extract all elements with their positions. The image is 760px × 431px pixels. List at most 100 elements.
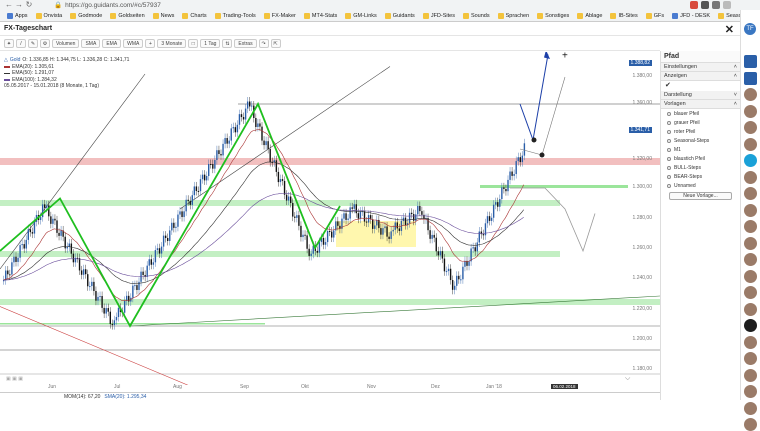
reload-icon[interactable]: ↻ — [24, 0, 34, 10]
bookmark-item[interactable]: News — [150, 12, 178, 19]
avatar[interactable] — [744, 385, 757, 398]
app-logo-icon[interactable] — [744, 71, 757, 85]
avatar[interactable] — [744, 121, 757, 134]
template-item[interactable]: roter Pfeil — [661, 127, 740, 136]
radio-icon[interactable] — [667, 156, 671, 161]
bookmark-item[interactable]: MT4-Stats — [301, 12, 340, 19]
extension-icon[interactable] — [690, 1, 698, 9]
radio-icon[interactable] — [667, 111, 671, 116]
price-chart[interactable]: + ⌵ ▣ ▣ ▣ — [0, 52, 660, 385]
radio-icon[interactable] — [667, 174, 671, 179]
add-icon[interactable]: + — [145, 39, 156, 48]
bookmark-item[interactable]: Charts — [179, 12, 209, 19]
toolbar-ema[interactable]: EMA — [102, 39, 122, 48]
bookmark-item[interactable]: Sonstiges — [534, 12, 572, 19]
radio-icon[interactable] — [667, 129, 671, 134]
toolbar-volume[interactable]: Volumen — [52, 39, 80, 48]
info-icon[interactable] — [744, 154, 757, 167]
bookmark-item[interactable]: Sprachen — [495, 12, 533, 19]
avatar[interactable] — [744, 253, 757, 266]
avatar[interactable] — [744, 104, 757, 118]
section-appearance[interactable]: Darstellung ˅ — [661, 91, 740, 100]
app-logo-icon[interactable] — [744, 55, 757, 68]
bookmark-item[interactable]: GFs — [643, 12, 667, 19]
bookmark-item[interactable]: Trading-Tools — [212, 12, 259, 19]
chart-area[interactable]: + ⌵ ▣ ▣ ▣ △ Gold O: 1.336,85 H: 1.344,75 L: … — [0, 52, 660, 385]
back-icon[interactable]: ← — [4, 0, 14, 10]
draw-tool-icon[interactable]: ✎ — [28, 39, 38, 48]
candle — [236, 124, 239, 133]
template-item[interactable]: BEAR-Steps — [661, 172, 740, 181]
radio-icon[interactable] — [667, 165, 671, 170]
avatar[interactable] — [744, 137, 757, 151]
avatar[interactable] — [744, 220, 757, 233]
forward-icon[interactable]: → — [14, 0, 24, 10]
section-templates[interactable]: Vorlagen ˄ — [661, 100, 740, 109]
fullscreen-icon[interactable]: ⇱ — [270, 39, 281, 48]
template-item[interactable]: M1 — [661, 145, 740, 154]
avatar[interactable] — [744, 302, 757, 316]
bookmark-item[interactable]: Sounds — [460, 12, 493, 19]
chevron-up-icon: ˄ — [733, 73, 737, 79]
avatar[interactable] — [744, 368, 757, 382]
template-item[interactable]: Unnamed — [661, 181, 740, 190]
toolbar-extras[interactable]: Extras — [234, 39, 257, 48]
bookmark-item[interactable]: JFD-Sites — [420, 12, 458, 19]
avatar[interactable] — [744, 170, 757, 184]
settings-icon[interactable]: ⚙ — [40, 39, 50, 48]
close-icon[interactable]: ✕ — [725, 23, 734, 36]
extension-icon[interactable] — [712, 1, 720, 9]
avatar[interactable] — [744, 203, 757, 217]
bookmark-item[interactable]: IB-Sites — [607, 12, 640, 19]
template-item[interactable]: Seasonal-Steps — [661, 136, 740, 145]
bookmark-item[interactable]: Onvista — [33, 12, 66, 19]
template-item[interactable]: BULL-Steps — [661, 163, 740, 172]
new-template-button[interactable]: Neue Vorlage... — [669, 192, 732, 200]
bookmark-item[interactable]: GM-Links — [342, 12, 380, 19]
candle — [509, 171, 511, 180]
avatar[interactable] — [744, 418, 757, 431]
radio-icon[interactable] — [667, 183, 671, 188]
redo-icon[interactable]: ↷ — [258, 39, 269, 48]
display-checkbox[interactable]: ✔ — [661, 81, 740, 91]
avatar[interactable] — [744, 286, 757, 299]
menu-icon[interactable] — [723, 1, 731, 9]
candle — [164, 235, 167, 239]
bookmark-item[interactable]: FX-Maker — [261, 12, 299, 19]
url-field[interactable]: 🔒 https://go.guidants.com/#c/57937 — [54, 1, 161, 10]
avatar[interactable] — [744, 401, 757, 415]
toolbar-interval[interactable]: 1 Tag — [200, 39, 221, 48]
bookmark-item[interactable]: Guidants — [382, 12, 418, 19]
template-item[interactable]: blauer Pfeil — [661, 109, 740, 118]
bookmark-item[interactable]: SeasonalBull — [715, 12, 740, 19]
toolbar-range[interactable]: 3 Monate — [157, 39, 187, 48]
bookmark-item[interactable]: Godmode — [67, 12, 105, 19]
toolbar-wma[interactable]: WMA — [123, 39, 144, 48]
bookmark-item[interactable]: Ablage — [574, 12, 605, 19]
bookmark-item[interactable]: JFD - DESK — [669, 12, 713, 19]
template-item[interactable]: blaustich Pfeil — [661, 154, 740, 163]
bookmark-item[interactable]: Apps — [4, 12, 31, 19]
template-item[interactable]: grauer Pfeil — [661, 118, 740, 127]
bookmark-item[interactable]: Goldseiten — [107, 12, 147, 19]
radio-icon[interactable] — [667, 147, 671, 152]
pivot-point — [539, 152, 545, 158]
toolbar-sma[interactable]: SMA — [81, 39, 101, 48]
avatar[interactable] — [744, 335, 757, 349]
user-avatar[interactable]: TF — [744, 23, 756, 35]
section-display[interactable]: Anzeigen ˄ — [661, 72, 740, 81]
extension-icon[interactable] — [701, 1, 709, 9]
radio-icon[interactable] — [667, 138, 671, 143]
avatar[interactable] — [744, 269, 757, 283]
avatar[interactable] — [744, 187, 757, 200]
section-settings[interactable]: Einstellungen ˄ — [661, 63, 740, 72]
radio-icon[interactable] — [667, 120, 671, 125]
zoom-icon[interactable]: □ — [188, 39, 199, 48]
avatar[interactable] — [744, 236, 757, 250]
line-tool-icon[interactable]: / — [16, 39, 26, 48]
avatar[interactable] — [744, 352, 757, 365]
avatar[interactable] — [744, 88, 757, 101]
compare-icon[interactable]: ⇅ — [222, 39, 233, 48]
avatar[interactable] — [744, 319, 757, 332]
cursor-icon[interactable]: ✦ — [4, 39, 14, 48]
